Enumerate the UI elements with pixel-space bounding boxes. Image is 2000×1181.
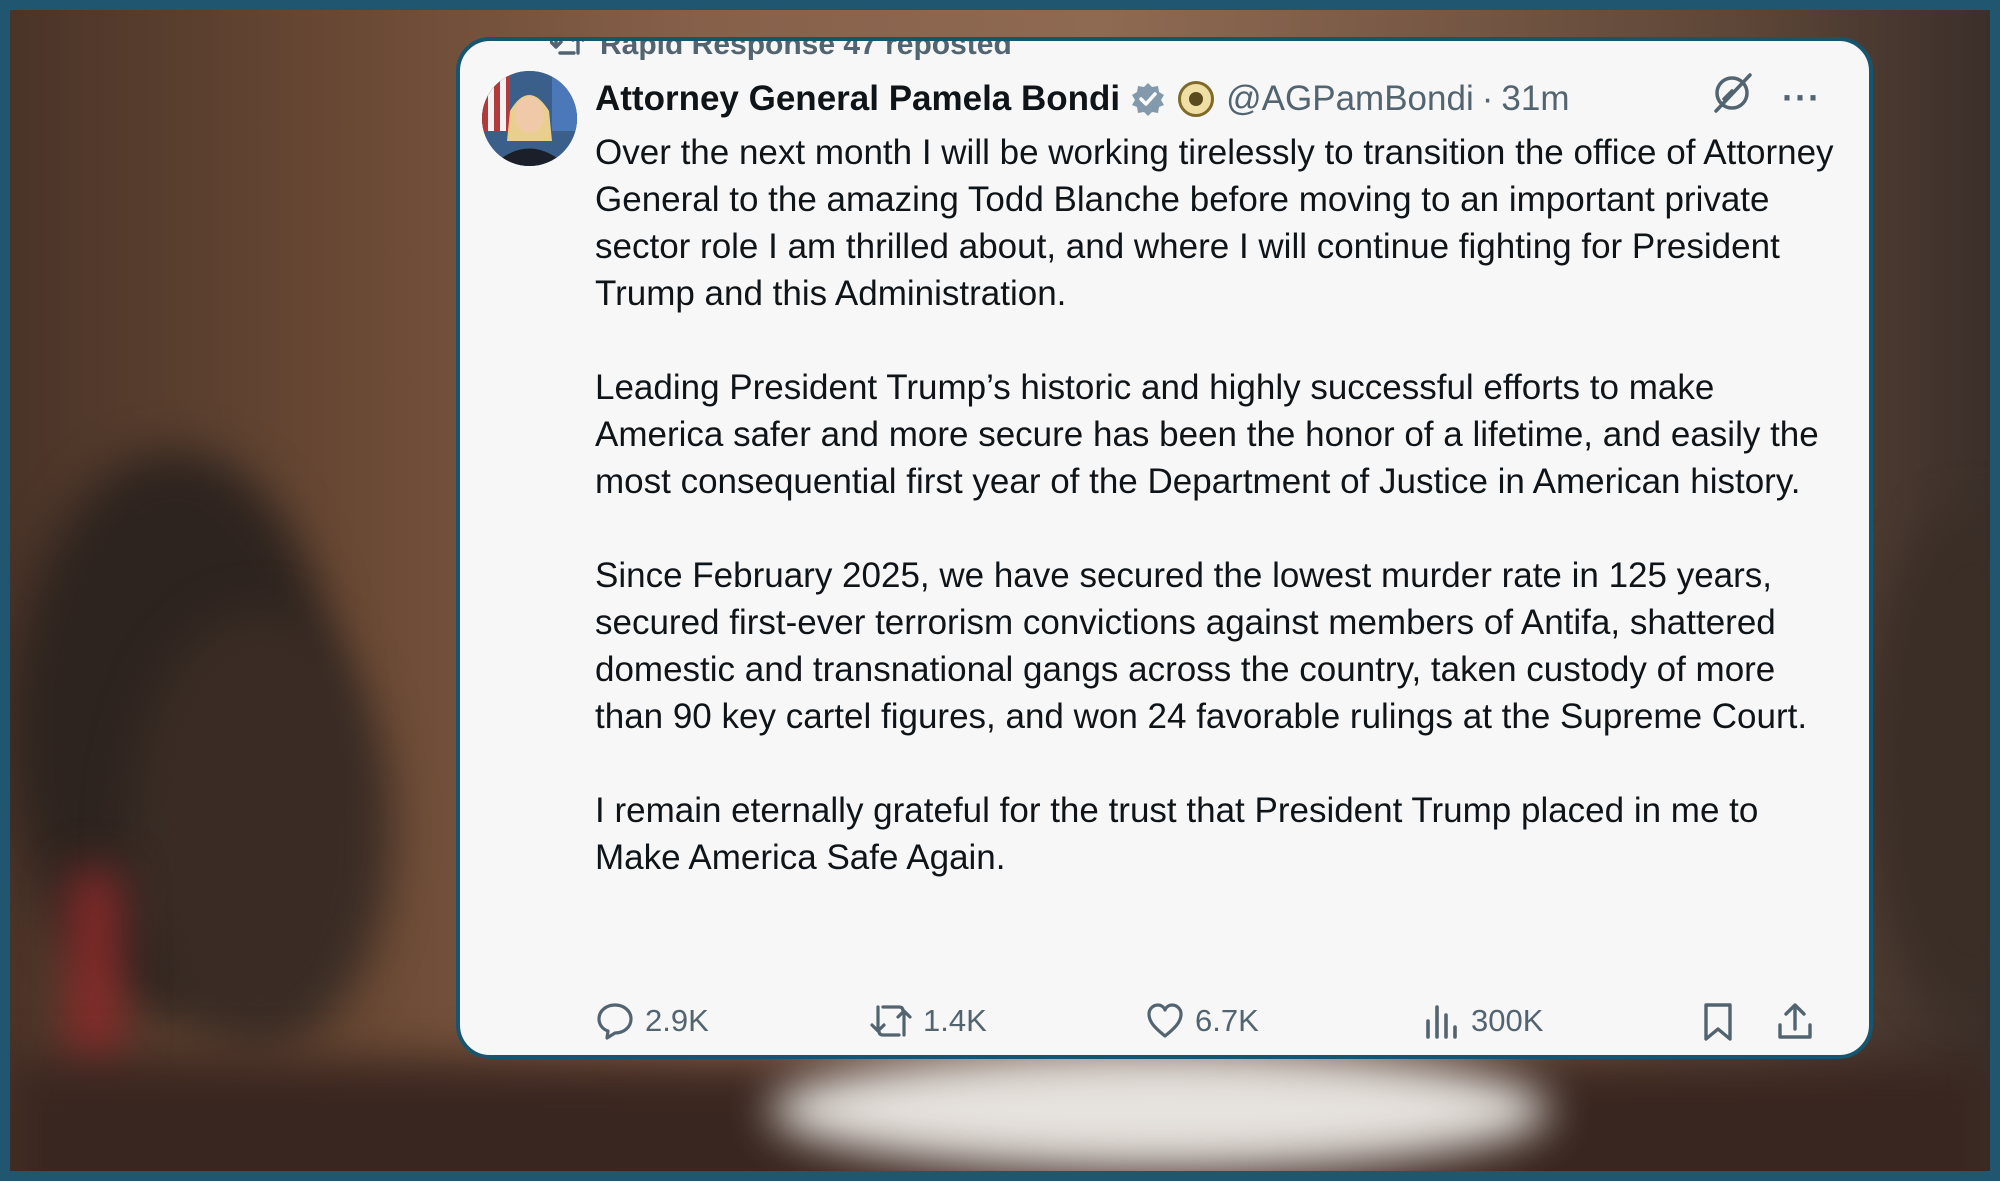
author-handle[interactable]: @AGPamBondi [1226,79,1474,119]
tweet-paragraph: I remain eternally grateful for the trus… [595,791,1759,877]
views-button[interactable]: 300K [1423,1001,1543,1041]
post-time[interactable]: 31m [1501,79,1569,119]
background-figure [130,610,390,1050]
tweet-header: Attorney General Pamela Bondi @AGPamBond… [595,73,1845,125]
share-button[interactable] [1775,1001,1815,1043]
avatar[interactable] [482,71,577,166]
verified-badge-icon[interactable] [1130,81,1166,117]
tweet-text: Over the next month I will be working ti… [595,129,1845,928]
repost-context: Rapid Response 47 reposted [549,41,1012,63]
repost-count: 1.4K [923,1003,987,1038]
background-paper [770,1050,1550,1170]
doj-seal-icon[interactable] [1178,81,1215,117]
separator: · [1481,79,1494,118]
tweet-paragraph: Since February 2025, we have secured the… [595,556,1808,736]
tweet-paragraph: Over the next month I will be working ti… [595,133,1834,313]
bookmark-icon [1700,1001,1736,1043]
repost-icon [869,1001,913,1041]
action-bar: 2.9K 1.4K 6.7K 300K [595,1001,1845,1047]
repost-label[interactable]: Rapid Response 47 reposted [600,41,1012,62]
repost-button[interactable]: 1.4K [869,1001,987,1041]
views-icon [1423,1001,1461,1041]
tweet-card[interactable]: Rapid Response 47 reposted Attorney Gene… [456,37,1873,1059]
more-options-icon[interactable]: ··· [1782,77,1821,119]
reply-count: 2.9K [645,1003,709,1038]
grok-icon[interactable] [1710,71,1754,120]
heart-icon [1145,1001,1185,1041]
author-name[interactable]: Attorney General Pamela Bondi [595,79,1120,119]
like-count: 6.7K [1195,1003,1259,1038]
views-count: 300K [1471,1003,1544,1038]
tweet-paragraph: Leading President Trump’s historic and h… [595,368,1819,501]
repost-icon [549,41,585,63]
like-button[interactable]: 6.7K [1145,1001,1259,1041]
background-figure [1870,510,1990,1010]
reply-icon [595,1001,635,1041]
background-figure [70,870,120,1070]
reply-button[interactable]: 2.9K [595,1001,709,1041]
share-icon [1775,1001,1815,1043]
bookmark-button[interactable] [1700,1001,1736,1043]
